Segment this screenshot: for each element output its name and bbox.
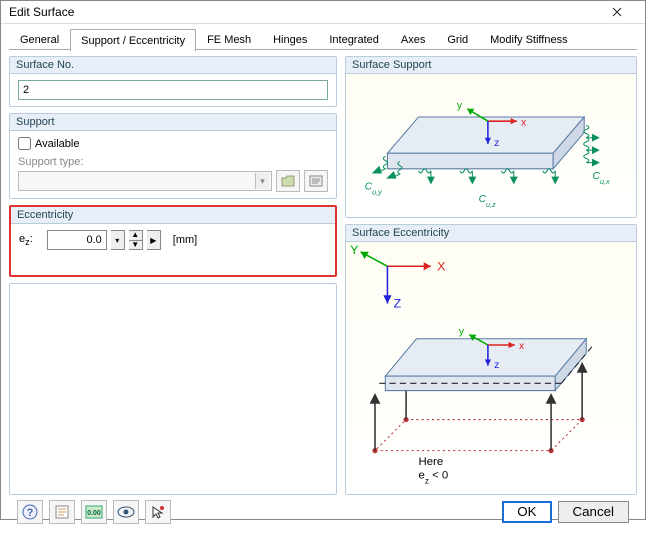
ez-input[interactable] — [47, 230, 107, 250]
group-surface-support-preview: Surface Support x — [345, 56, 637, 218]
group-title-surface-no: Surface No. — [10, 57, 336, 74]
open-library-button — [276, 170, 300, 192]
support-type-label: Support type: — [18, 156, 328, 168]
group-empty — [9, 283, 337, 495]
available-checkbox[interactable] — [18, 137, 31, 150]
ez-spin-up[interactable]: ▲ — [129, 231, 142, 240]
tab-general[interactable]: General — [9, 28, 70, 50]
tab-fe-mesh[interactable]: FE Mesh — [196, 28, 262, 50]
ez-unit: [mm] — [173, 234, 197, 246]
tab-integrated[interactable]: Integrated — [318, 28, 390, 50]
axis-x-label: x — [521, 117, 527, 128]
right-column: Surface Support x — [345, 56, 637, 495]
cu-x-label: Cu,x — [593, 171, 611, 186]
eye-icon — [117, 506, 135, 518]
folder-icon — [281, 175, 295, 187]
support-type-combo: ▾ — [18, 171, 272, 191]
support-diagram: x y z Cu,x — [346, 74, 636, 217]
svg-text:x: x — [519, 341, 525, 352]
ez-pick-button[interactable]: ▶ — [147, 230, 161, 250]
tab-modify-stiffness[interactable]: Modify Stiffness — [479, 28, 578, 50]
new-support-button — [304, 170, 328, 192]
cancel-button[interactable]: Cancel — [558, 501, 630, 523]
group-title-surface-eccentricity-preview: Surface Eccentricity — [346, 225, 636, 242]
tab-grid[interactable]: Grid — [436, 28, 479, 50]
tab-support-eccentricity[interactable]: Support / Eccentricity — [70, 29, 196, 51]
cu-z-label: Cu,z — [479, 194, 497, 209]
svg-text:z: z — [494, 360, 499, 371]
tab-axes[interactable]: Axes — [390, 28, 436, 50]
group-eccentricity: Eccentricity ez: ▾ ▲ ▼ ▶ — [9, 205, 337, 277]
available-label: Available — [35, 138, 79, 150]
axis-Y-label: Y — [350, 243, 358, 257]
chevron-down-icon: ▾ — [255, 173, 269, 189]
eccentricity-diagram: X Y Z — [346, 242, 636, 494]
ecc-note-line1: Here — [419, 456, 444, 468]
tab-content: Surface No. Support Available Support ty… — [9, 50, 637, 495]
group-title-eccentricity: Eccentricity — [11, 207, 335, 224]
tab-hinges[interactable]: Hinges — [262, 28, 318, 50]
dialog-body: General Support / Eccentricity FE Mesh H… — [1, 24, 645, 537]
axis-Z-label: Z — [394, 297, 402, 311]
tab-strip: General Support / Eccentricity FE Mesh H… — [9, 28, 637, 50]
ok-button[interactable]: OK — [502, 501, 551, 523]
dialog-footer: ? 0.00 OK Cancel — [9, 495, 637, 529]
dialog-edit-surface: Edit Surface General Support / Eccentric… — [0, 0, 646, 520]
pick-icon — [150, 504, 166, 520]
new-icon — [309, 175, 323, 187]
left-column: Surface No. Support Available Support ty… — [9, 56, 337, 495]
axis-z-label: z — [494, 138, 499, 149]
ecc-note-line2: ez < 0 — [419, 470, 449, 486]
close-icon — [612, 7, 622, 17]
axis-y-label: y — [457, 101, 463, 112]
ez-spinner[interactable]: ▲ ▼ — [129, 230, 143, 250]
units-icon: 0.00 — [85, 505, 103, 519]
cu-y-label: Cu,y — [365, 182, 383, 197]
note-icon — [54, 504, 70, 520]
group-title-surface-support-preview: Surface Support — [346, 57, 636, 74]
group-support: Support Available Support type: ▾ — [9, 113, 337, 199]
surface-no-input[interactable] — [18, 80, 328, 100]
ez-dropdown-toggle[interactable]: ▾ — [111, 230, 125, 250]
window-title: Edit Surface — [9, 5, 597, 19]
svg-text:?: ? — [27, 507, 34, 519]
available-checkbox-row[interactable]: Available — [18, 137, 328, 150]
svg-text:0.00: 0.00 — [87, 510, 101, 517]
close-button[interactable] — [597, 1, 637, 23]
ez-label: ez: — [19, 233, 33, 247]
ez-spin-down[interactable]: ▼ — [129, 240, 142, 250]
ez-row: ez: ▾ ▲ ▼ ▶ [mm] — [19, 230, 327, 250]
axis-X-label: X — [437, 259, 446, 273]
group-surface-eccentricity-preview: Surface Eccentricity X Y Z — [345, 224, 637, 495]
support-type-row: ▾ — [18, 170, 328, 192]
group-title-support: Support — [10, 114, 336, 131]
group-surface-no: Surface No. — [9, 56, 337, 107]
help-icon: ? — [22, 504, 38, 520]
titlebar: Edit Surface — [1, 1, 645, 24]
svg-text:y: y — [459, 327, 465, 338]
